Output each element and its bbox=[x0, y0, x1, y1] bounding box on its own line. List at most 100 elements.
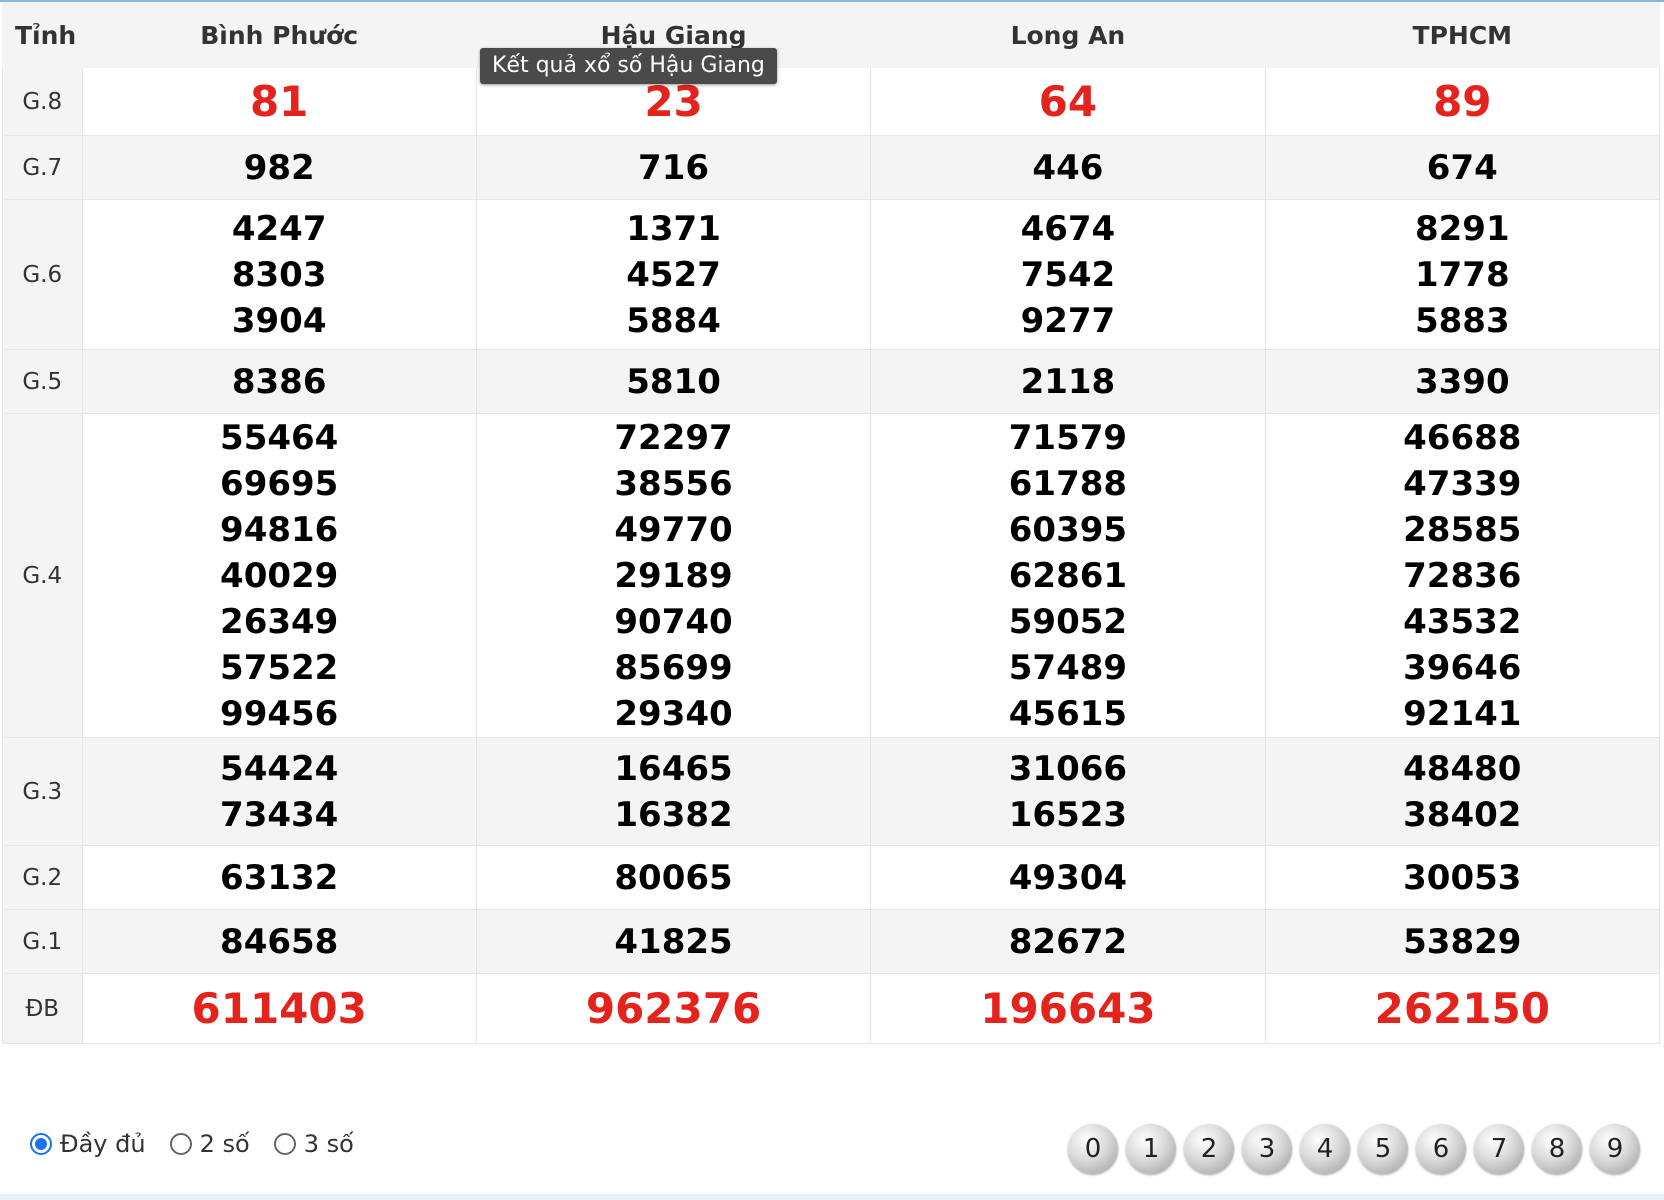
prize-row: G.1 84658 41825 82672 53829 bbox=[2, 909, 1661, 974]
bottom-divider bbox=[0, 1194, 1664, 1200]
result-number: 5810 bbox=[626, 361, 721, 402]
result-number: 73434 bbox=[220, 794, 339, 835]
view-3-digits-label: 3 số bbox=[303, 1130, 354, 1158]
result-number: 84658 bbox=[220, 921, 339, 962]
result-number: 16523 bbox=[1008, 794, 1128, 835]
result-number: 40029 bbox=[220, 555, 339, 596]
result-cell-tphcm: 3390 bbox=[1264, 349, 1661, 414]
result-number: 262150 bbox=[1374, 983, 1550, 1033]
result-number: 4527 bbox=[626, 254, 721, 295]
result-number: 28585 bbox=[1403, 509, 1522, 550]
result-number: 60395 bbox=[1008, 509, 1128, 550]
result-cell-tphcm: 674 bbox=[1264, 135, 1661, 200]
result-number: 4674 bbox=[1020, 208, 1116, 249]
result-cell-hau-giang: 716 bbox=[475, 135, 872, 200]
province-header-long-an[interactable]: Long An bbox=[870, 2, 1266, 68]
result-number: 29340 bbox=[614, 693, 733, 734]
prize-row: G.7 982 716 446 674 bbox=[2, 135, 1661, 200]
result-cell-hau-giang: 5810 bbox=[475, 349, 872, 414]
result-number: 62861 bbox=[1008, 555, 1128, 596]
result-number: 39646 bbox=[1403, 647, 1522, 688]
prize-row: G.8 81 23 64 89 bbox=[2, 67, 1661, 136]
result-cell-binh-phuoc: 63132 bbox=[81, 845, 477, 910]
province-header-tphcm[interactable]: TPHCM bbox=[1264, 2, 1661, 68]
digit-filter-5[interactable]: 5 bbox=[1358, 1124, 1408, 1174]
result-number: 5884 bbox=[626, 300, 721, 341]
result-number: 90740 bbox=[614, 601, 733, 642]
result-number: 59052 bbox=[1008, 601, 1128, 642]
result-cell-tphcm: 30053 bbox=[1264, 845, 1661, 910]
result-number: 63132 bbox=[220, 857, 339, 898]
prize-label: G.2 bbox=[2, 845, 83, 910]
result-number: 674 bbox=[1426, 147, 1498, 188]
result-number: 962376 bbox=[585, 983, 762, 1033]
result-number: 29189 bbox=[614, 555, 733, 596]
result-cell-tphcm: 89 bbox=[1264, 67, 1661, 136]
result-cell-hau-giang: 80065 bbox=[475, 845, 872, 910]
view-full-label: Đầy đủ bbox=[60, 1130, 146, 1158]
view-3-digits-radio[interactable]: 3 số bbox=[273, 1130, 354, 1158]
prize-label: G.7 bbox=[2, 135, 83, 200]
result-number: 85699 bbox=[614, 647, 733, 688]
digit-filter-8[interactable]: 8 bbox=[1532, 1124, 1582, 1174]
result-cell-binh-phuoc: 54424 73434 bbox=[81, 737, 477, 846]
result-cell-long-an: 4674 7542 9277 bbox=[870, 199, 1266, 350]
result-number: 446 bbox=[1032, 147, 1104, 188]
result-number: 69695 bbox=[220, 463, 339, 504]
result-number: 16465 bbox=[614, 748, 733, 789]
result-cell-tphcm: 48480 38402 bbox=[1264, 737, 1661, 846]
result-number: 982 bbox=[243, 147, 315, 188]
province-header-binh-phuoc[interactable]: Bình Phước bbox=[81, 2, 477, 68]
result-cell-tphcm: 53829 bbox=[1264, 909, 1661, 974]
result-number: 80065 bbox=[614, 857, 733, 898]
view-2-digits-label: 2 số bbox=[199, 1130, 250, 1158]
result-cell-long-an: 49304 bbox=[870, 845, 1266, 910]
result-number: 48480 bbox=[1403, 748, 1522, 789]
result-number: 716 bbox=[638, 147, 710, 188]
result-number: 41825 bbox=[614, 921, 733, 962]
digit-filter-6[interactable]: 6 bbox=[1416, 1124, 1466, 1174]
result-cell-hau-giang: 41825 bbox=[475, 909, 872, 974]
prize-label: G.3 bbox=[2, 737, 83, 846]
prize-label: ĐB bbox=[2, 973, 83, 1044]
result-number: 55464 bbox=[220, 417, 339, 458]
result-number: 45615 bbox=[1008, 693, 1128, 734]
prize-label: G.4 bbox=[2, 413, 83, 738]
prize-row: G.2 63132 80065 49304 30053 bbox=[2, 845, 1661, 910]
result-number: 31066 bbox=[1008, 748, 1128, 789]
result-number: 99456 bbox=[220, 693, 339, 734]
result-number: 8303 bbox=[231, 254, 327, 295]
digit-filter-3[interactable]: 3 bbox=[1242, 1124, 1292, 1174]
result-number: 9277 bbox=[1020, 300, 1116, 341]
results-table: Tỉnh Bình Phước Hậu Giang Long An TPHCM … bbox=[2, 2, 1661, 1044]
result-cell-long-an: 82672 bbox=[870, 909, 1266, 974]
result-cell-tphcm: 262150 bbox=[1264, 973, 1661, 1044]
result-cell-long-an: 71579 61788 60395 62861 59052 57489 45615 bbox=[870, 413, 1266, 738]
digit-filter-1[interactable]: 1 bbox=[1126, 1124, 1176, 1174]
result-number: 49304 bbox=[1008, 857, 1128, 898]
digit-filter-2[interactable]: 2 bbox=[1184, 1124, 1234, 1174]
result-number: 64 bbox=[1038, 76, 1098, 126]
result-cell-long-an: 2118 bbox=[870, 349, 1266, 414]
prize-row: G.3 54424 73434 16465 16382 31066 16523 48480 38… bbox=[2, 737, 1661, 846]
view-2-digits-radio[interactable]: 2 số bbox=[169, 1130, 250, 1158]
result-number: 1371 bbox=[626, 208, 721, 249]
view-mode-radio-group: Đầy đủ 2 số 3 số bbox=[30, 1130, 378, 1158]
result-number: 16382 bbox=[614, 794, 733, 835]
result-number: 72297 bbox=[614, 417, 733, 458]
prize-row: G.4 55464 69695 94816 40029 26349 57522 99456 72… bbox=[2, 413, 1661, 738]
digit-filter-4[interactable]: 4 bbox=[1300, 1124, 1350, 1174]
results-controls: Đầy đủ 2 số 3 số 0123456789 bbox=[0, 1104, 1664, 1200]
result-cell-hau-giang: 16465 16382 bbox=[475, 737, 872, 846]
result-number: 71579 bbox=[1008, 417, 1128, 458]
digit-filter-7[interactable]: 7 bbox=[1474, 1124, 1524, 1174]
view-full-radio[interactable]: Đầy đủ bbox=[30, 1130, 146, 1158]
result-number: 72836 bbox=[1403, 555, 1522, 596]
result-number: 8386 bbox=[231, 361, 327, 402]
lottery-results-page: Tỉnh Bình Phước Hậu Giang Long An TPHCM … bbox=[0, 0, 1664, 1200]
result-cell-long-an: 446 bbox=[870, 135, 1266, 200]
digit-filter-0[interactable]: 0 bbox=[1068, 1124, 1118, 1174]
result-number: 94816 bbox=[220, 509, 339, 550]
result-number: 92141 bbox=[1403, 693, 1522, 734]
digit-filter-9[interactable]: 9 bbox=[1590, 1124, 1640, 1174]
